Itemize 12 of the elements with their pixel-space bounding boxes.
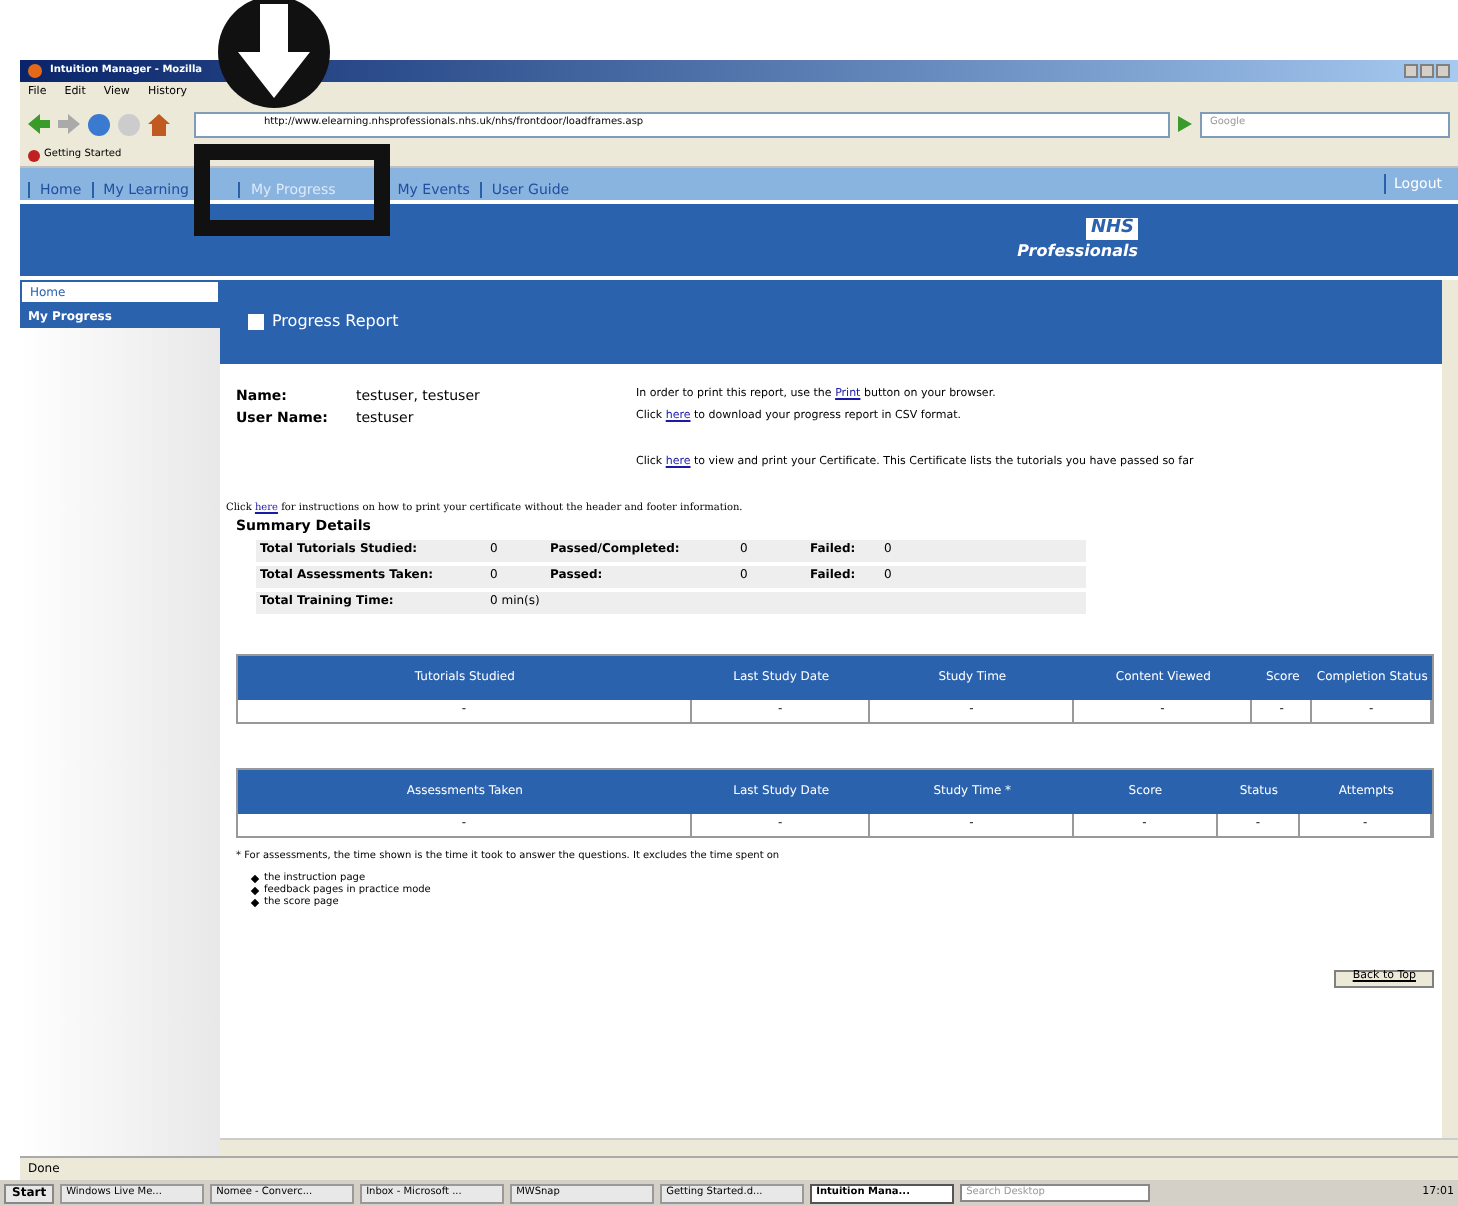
logo-badge: NHS [1086,217,1138,239]
back-arrow-icon[interactable] [28,114,50,134]
bullet-icon [250,873,260,883]
bullet-icon [250,898,260,908]
browser-icon [28,64,42,78]
report-icon [248,314,264,330]
home-icon[interactable] [148,113,170,135]
go-icon[interactable] [1178,116,1192,132]
bullet-icon [250,886,260,895]
logo-text: Professionals [1017,239,1138,263]
forward-arrow-icon[interactable] [58,114,80,134]
report-title: Progress Report [272,312,399,332]
